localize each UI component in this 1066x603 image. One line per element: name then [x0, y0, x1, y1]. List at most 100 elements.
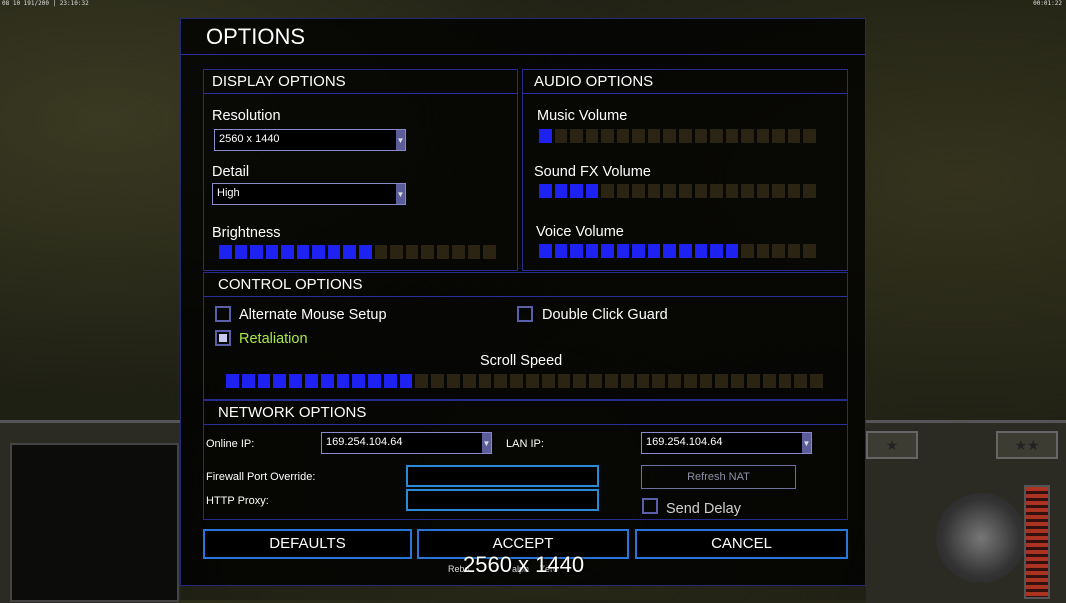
slider-segment[interactable]	[756, 184, 770, 198]
slider-segment[interactable]	[794, 374, 808, 388]
slider-segment[interactable]	[585, 184, 599, 198]
slider-segment[interactable]	[447, 374, 460, 388]
lan-ip-dropdown[interactable]: 169.254.104.64 ▼	[641, 432, 812, 454]
slider-segment[interactable]	[383, 374, 397, 388]
slider-segment[interactable]	[710, 244, 723, 258]
brightness-slider[interactable]	[219, 245, 499, 261]
slider-segment[interactable]	[467, 245, 481, 259]
slider-segment[interactable]	[762, 374, 776, 388]
slider-segment[interactable]	[557, 374, 571, 388]
resolution-dropdown[interactable]: 2560 x 1440 ▼	[214, 129, 406, 151]
cancel-button[interactable]: CANCEL	[635, 529, 848, 559]
slider-segment[interactable]	[725, 244, 739, 258]
slider-segment[interactable]	[234, 245, 248, 259]
slider-segment[interactable]	[554, 129, 568, 143]
slider-segment[interactable]	[241, 374, 255, 388]
slider-segment[interactable]	[539, 244, 552, 258]
slider-segment[interactable]	[312, 245, 325, 259]
slider-segment[interactable]	[601, 244, 614, 258]
slider-segment[interactable]	[725, 129, 739, 143]
slider-segment[interactable]	[570, 244, 583, 258]
slider-segment[interactable]	[787, 244, 801, 258]
slider-segment[interactable]	[343, 245, 356, 259]
sfx-volume-slider[interactable]	[539, 184, 819, 200]
slider-segment[interactable]	[541, 374, 555, 388]
slider-segment[interactable]	[694, 184, 708, 198]
slider-segment[interactable]	[616, 184, 630, 198]
slider-segment[interactable]	[741, 184, 754, 198]
slider-segment[interactable]	[431, 374, 445, 388]
slider-segment[interactable]	[668, 374, 681, 388]
slider-segment[interactable]	[265, 245, 279, 259]
slider-segment[interactable]	[694, 129, 708, 143]
slider-segment[interactable]	[803, 129, 816, 143]
slider-segment[interactable]	[554, 184, 568, 198]
slider-segment[interactable]	[601, 129, 614, 143]
slider-segment[interactable]	[304, 374, 318, 388]
music-volume-slider[interactable]	[539, 129, 819, 145]
slider-segment[interactable]	[787, 129, 801, 143]
slider-segment[interactable]	[494, 374, 508, 388]
slider-segment[interactable]	[390, 245, 403, 259]
slider-segment[interactable]	[585, 244, 599, 258]
slider-segment[interactable]	[636, 374, 650, 388]
slider-segment[interactable]	[803, 244, 816, 258]
slider-segment[interactable]	[810, 374, 823, 388]
slider-segment[interactable]	[725, 184, 739, 198]
slider-segment[interactable]	[652, 374, 666, 388]
slider-segment[interactable]	[679, 184, 692, 198]
http-proxy-input[interactable]	[406, 489, 599, 511]
slider-segment[interactable]	[604, 374, 618, 388]
scroll-speed-slider[interactable]	[226, 374, 826, 390]
voice-volume-slider[interactable]	[539, 244, 819, 260]
slider-segment[interactable]	[683, 374, 697, 388]
retaliation-checkbox[interactable]	[215, 330, 231, 346]
slider-segment[interactable]	[226, 374, 239, 388]
detail-dropdown[interactable]: High ▼	[212, 183, 406, 205]
slider-segment[interactable]	[679, 244, 692, 258]
slider-segment[interactable]	[327, 245, 341, 259]
slider-segment[interactable]	[632, 129, 645, 143]
slider-segment[interactable]	[741, 244, 754, 258]
alt-mouse-checkbox[interactable]	[215, 306, 231, 322]
slider-segment[interactable]	[368, 374, 381, 388]
slider-segment[interactable]	[756, 244, 770, 258]
slider-segment[interactable]	[747, 374, 760, 388]
slider-segment[interactable]	[778, 374, 792, 388]
slider-segment[interactable]	[336, 374, 350, 388]
double-click-guard-checkbox[interactable]	[517, 306, 533, 322]
slider-segment[interactable]	[772, 129, 785, 143]
slider-segment[interactable]	[694, 244, 708, 258]
slider-segment[interactable]	[296, 245, 310, 259]
slider-segment[interactable]	[620, 374, 634, 388]
slider-segment[interactable]	[510, 374, 523, 388]
slider-segment[interactable]	[405, 245, 419, 259]
slider-segment[interactable]	[632, 244, 645, 258]
slider-segment[interactable]	[647, 184, 661, 198]
slider-segment[interactable]	[273, 374, 287, 388]
slider-segment[interactable]	[741, 129, 754, 143]
slider-segment[interactable]	[539, 184, 552, 198]
slider-segment[interactable]	[589, 374, 602, 388]
slider-segment[interactable]	[281, 245, 294, 259]
firewall-port-input[interactable]	[406, 465, 599, 487]
slider-segment[interactable]	[421, 245, 434, 259]
slider-segment[interactable]	[374, 245, 388, 259]
slider-segment[interactable]	[715, 374, 729, 388]
slider-segment[interactable]	[787, 184, 801, 198]
send-delay-checkbox[interactable]	[642, 498, 658, 514]
slider-segment[interactable]	[289, 374, 302, 388]
slider-segment[interactable]	[526, 374, 539, 388]
slider-segment[interactable]	[452, 245, 465, 259]
refresh-nat-button[interactable]: Refresh NAT	[641, 465, 796, 489]
slider-segment[interactable]	[803, 184, 816, 198]
slider-segment[interactable]	[359, 245, 372, 259]
slider-segment[interactable]	[601, 184, 614, 198]
slider-segment[interactable]	[710, 129, 723, 143]
chevron-down-icon[interactable]: ▼	[482, 433, 491, 453]
slider-segment[interactable]	[250, 245, 263, 259]
slider-segment[interactable]	[647, 129, 661, 143]
slider-segment[interactable]	[710, 184, 723, 198]
slider-segment[interactable]	[616, 244, 630, 258]
slider-segment[interactable]	[772, 244, 785, 258]
